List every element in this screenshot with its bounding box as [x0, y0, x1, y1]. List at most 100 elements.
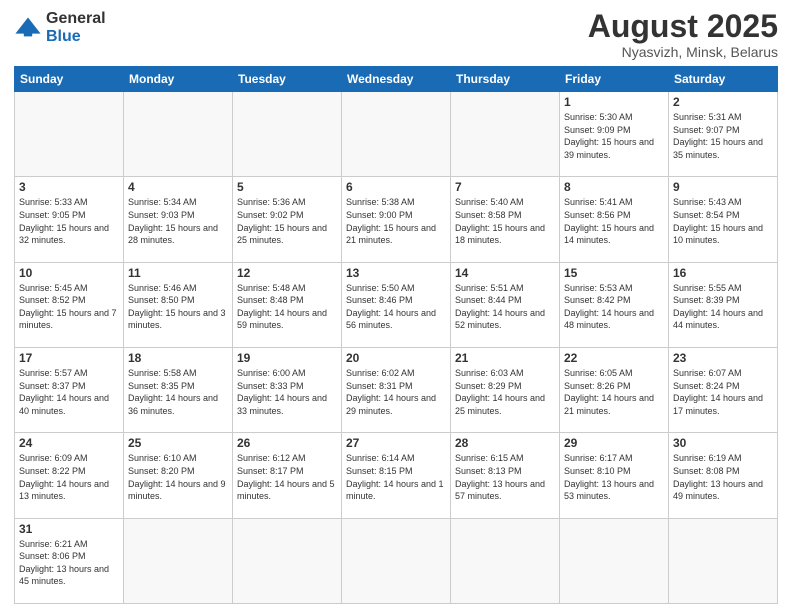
table-row: [342, 518, 451, 603]
table-row: 17 Sunrise: 5:57 AM Sunset: 8:37 PM Dayli…: [15, 347, 124, 432]
location-subtitle: Nyasvizh, Minsk, Belarus: [588, 44, 778, 60]
day-info: Sunrise: 6:03 AM Sunset: 8:29 PM Dayligh…: [455, 367, 555, 417]
day-number: 5: [237, 180, 337, 194]
header-saturday: Saturday: [669, 67, 778, 92]
table-row: 22 Sunrise: 6:05 AM Sunset: 8:26 PM Dayli…: [560, 347, 669, 432]
header-sunday: Sunday: [15, 67, 124, 92]
table-row: [560, 518, 669, 603]
table-row: 27 Sunrise: 6:14 AM Sunset: 8:15 PM Dayli…: [342, 433, 451, 518]
calendar-table: Sunday Monday Tuesday Wednesday Thursday…: [14, 66, 778, 604]
table-row: 21 Sunrise: 6:03 AM Sunset: 8:29 PM Dayli…: [451, 347, 560, 432]
table-row: 13 Sunrise: 5:50 AM Sunset: 8:46 PM Dayli…: [342, 262, 451, 347]
table-row: 8 Sunrise: 5:41 AM Sunset: 8:56 PM Daylig…: [560, 177, 669, 262]
day-number: 2: [673, 95, 773, 109]
day-number: 16: [673, 266, 773, 280]
day-number: 25: [128, 436, 228, 450]
day-info: Sunrise: 5:36 AM Sunset: 9:02 PM Dayligh…: [237, 196, 337, 246]
day-number: 31: [19, 522, 119, 536]
table-row: 11 Sunrise: 5:46 AM Sunset: 8:50 PM Dayli…: [124, 262, 233, 347]
day-info: Sunrise: 6:02 AM Sunset: 8:31 PM Dayligh…: [346, 367, 446, 417]
day-number: 12: [237, 266, 337, 280]
table-row: 26 Sunrise: 6:12 AM Sunset: 8:17 PM Dayli…: [233, 433, 342, 518]
day-info: Sunrise: 6:12 AM Sunset: 8:17 PM Dayligh…: [237, 452, 337, 502]
day-number: 18: [128, 351, 228, 365]
table-row: [124, 518, 233, 603]
day-number: 1: [564, 95, 664, 109]
day-info: Sunrise: 6:09 AM Sunset: 8:22 PM Dayligh…: [19, 452, 119, 502]
day-number: 26: [237, 436, 337, 450]
table-row: 29Sunrise: 6:17 AM Sunset: 8:10 PM Dayli…: [560, 433, 669, 518]
header-right: August 2025 Nyasvizh, Minsk, Belarus: [588, 10, 778, 60]
table-row: 4 Sunrise: 5:34 AM Sunset: 9:03 PM Daylig…: [124, 177, 233, 262]
day-number: 21: [455, 351, 555, 365]
day-info: Sunrise: 6:14 AM Sunset: 8:15 PM Dayligh…: [346, 452, 446, 502]
day-info: Sunrise: 5:46 AM Sunset: 8:50 PM Dayligh…: [128, 282, 228, 332]
day-info: Sunrise: 5:33 AM Sunset: 9:05 PM Dayligh…: [19, 196, 119, 246]
day-number: 6: [346, 180, 446, 194]
table-row: 25 Sunrise: 6:10 AM Sunset: 8:20 PM Dayli…: [124, 433, 233, 518]
table-row: 18Sunrise: 5:58 AM Sunset: 8:35 PM Dayli…: [124, 347, 233, 432]
month-title: August 2025: [588, 10, 778, 42]
table-row: 15 Sunrise: 5:53 AM Sunset: 8:42 PM Dayli…: [560, 262, 669, 347]
header-tuesday: Tuesday: [233, 67, 342, 92]
day-number: 4: [128, 180, 228, 194]
table-row: [233, 92, 342, 177]
day-info: Sunrise: 6:19 AM Sunset: 8:08 PM Dayligh…: [673, 452, 773, 502]
day-number: 30: [673, 436, 773, 450]
logo: General Blue: [14, 10, 106, 45]
day-info: Sunrise: 5:45 AM Sunset: 8:52 PM Dayligh…: [19, 282, 119, 332]
day-info: Sunrise: 5:31 AM Sunset: 9:07 PM Dayligh…: [673, 111, 773, 161]
day-info: Sunrise: 5:55 AM Sunset: 8:39 PM Dayligh…: [673, 282, 773, 332]
table-row: 9Sunrise: 5:43 AM Sunset: 8:54 PM Daylig…: [669, 177, 778, 262]
table-row: 14Sunrise: 5:51 AM Sunset: 8:44 PM Dayli…: [451, 262, 560, 347]
day-number: 11: [128, 266, 228, 280]
day-number: 10: [19, 266, 119, 280]
logo-icon: [14, 14, 42, 42]
day-number: 15: [564, 266, 664, 280]
header-friday: Friday: [560, 67, 669, 92]
table-row: 6 Sunrise: 5:38 AM Sunset: 9:00 PM Daylig…: [342, 177, 451, 262]
day-info: Sunrise: 6:10 AM Sunset: 8:20 PM Dayligh…: [128, 452, 228, 502]
table-row: [451, 518, 560, 603]
day-number: 17: [19, 351, 119, 365]
day-number: 29: [564, 436, 664, 450]
day-number: 8: [564, 180, 664, 194]
day-info: Sunrise: 5:40 AM Sunset: 8:58 PM Dayligh…: [455, 196, 555, 246]
day-number: 14: [455, 266, 555, 280]
table-row: 19Sunrise: 6:00 AM Sunset: 8:33 PM Dayli…: [233, 347, 342, 432]
day-number: 3: [19, 180, 119, 194]
logo-text: General Blue: [46, 10, 106, 45]
day-number: 20: [346, 351, 446, 365]
day-info: Sunrise: 5:34 AM Sunset: 9:03 PM Dayligh…: [128, 196, 228, 246]
table-row: 28Sunrise: 6:15 AM Sunset: 8:13 PM Dayli…: [451, 433, 560, 518]
day-info: Sunrise: 5:43 AM Sunset: 8:54 PM Dayligh…: [673, 196, 773, 246]
day-number: 23: [673, 351, 773, 365]
day-info: Sunrise: 6:00 AM Sunset: 8:33 PM Dayligh…: [237, 367, 337, 417]
table-row: 20 Sunrise: 6:02 AM Sunset: 8:31 PM Dayli…: [342, 347, 451, 432]
day-info: Sunrise: 5:38 AM Sunset: 9:00 PM Dayligh…: [346, 196, 446, 246]
table-row: [124, 92, 233, 177]
table-row: 16 Sunrise: 5:55 AM Sunset: 8:39 PM Dayli…: [669, 262, 778, 347]
table-row: 1 Sunrise: 5:30 AM Sunset: 9:09 PM Daylig…: [560, 92, 669, 177]
table-row: 10 Sunrise: 5:45 AM Sunset: 8:52 PM Dayli…: [15, 262, 124, 347]
table-row: [451, 92, 560, 177]
table-row: 7Sunrise: 5:40 AM Sunset: 8:58 PM Daylig…: [451, 177, 560, 262]
table-row: 30 Sunrise: 6:19 AM Sunset: 8:08 PM Dayli…: [669, 433, 778, 518]
day-info: Sunrise: 6:05 AM Sunset: 8:26 PM Dayligh…: [564, 367, 664, 417]
header-wednesday: Wednesday: [342, 67, 451, 92]
day-info: Sunrise: 5:48 AM Sunset: 8:48 PM Dayligh…: [237, 282, 337, 332]
day-info: Sunrise: 5:57 AM Sunset: 8:37 PM Dayligh…: [19, 367, 119, 417]
table-row: [342, 92, 451, 177]
day-info: Sunrise: 5:50 AM Sunset: 8:46 PM Dayligh…: [346, 282, 446, 332]
day-info: Sunrise: 5:30 AM Sunset: 9:09 PM Dayligh…: [564, 111, 664, 161]
day-info: Sunrise: 5:41 AM Sunset: 8:56 PM Dayligh…: [564, 196, 664, 246]
day-info: Sunrise: 6:07 AM Sunset: 8:24 PM Dayligh…: [673, 367, 773, 417]
day-number: 22: [564, 351, 664, 365]
day-info: Sunrise: 5:53 AM Sunset: 8:42 PM Dayligh…: [564, 282, 664, 332]
day-number: 27: [346, 436, 446, 450]
table-row: 2 Sunrise: 5:31 AM Sunset: 9:07 PM Daylig…: [669, 92, 778, 177]
day-number: 13: [346, 266, 446, 280]
header-thursday: Thursday: [451, 67, 560, 92]
calendar-page: General Blue August 2025 Nyasvizh, Minsk…: [0, 0, 792, 612]
table-row: 23 Sunrise: 6:07 AM Sunset: 8:24 PM Dayli…: [669, 347, 778, 432]
